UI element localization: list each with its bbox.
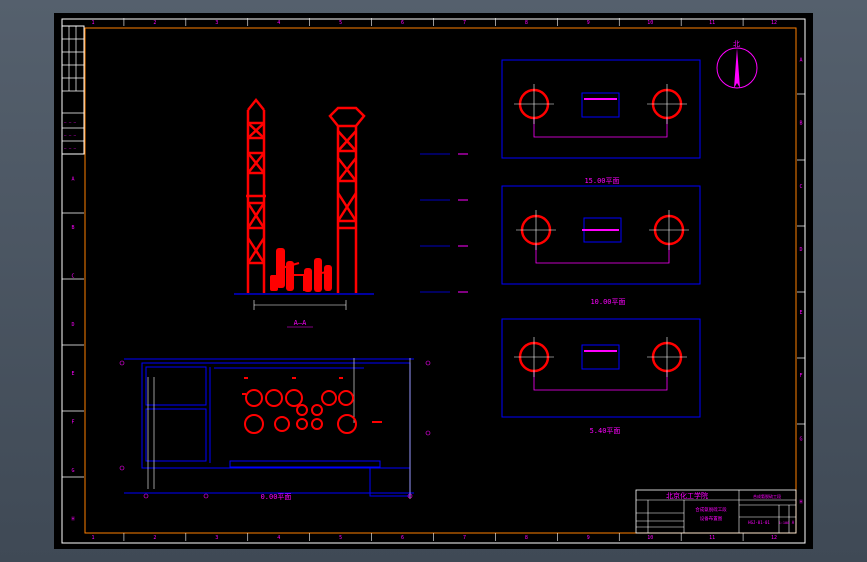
plan-15-00: 15.00平面	[501, 59, 701, 185]
plan-15-title: 15.00平面	[584, 177, 619, 185]
left-ruler-label: B	[71, 225, 74, 231]
right-tower	[328, 106, 366, 293]
side-strip-lines	[62, 93, 805, 478]
drawing-title-line1: 合成氨脱硫工段	[695, 506, 727, 513]
top-ruler-label: 12	[771, 20, 777, 26]
section-title: A—A	[294, 319, 307, 327]
elevation-marker-ticks	[458, 153, 468, 293]
top-ruler-label: 2	[153, 20, 156, 26]
sheet-mark: A	[792, 520, 795, 525]
bottom-ruler-label: 1	[91, 535, 94, 541]
left-ruler-label: F	[71, 419, 74, 425]
plan-5-title: 5.40平面	[590, 427, 621, 435]
right-ruler: A B C D E F G H	[799, 58, 802, 506]
svg-text:— — —: — — —	[64, 146, 77, 151]
bottom-ruler-label: 10	[647, 535, 653, 541]
bottom-ruler-label: 11	[709, 535, 715, 541]
svg-text:— — —: — — —	[64, 133, 77, 138]
cad-drawing: — — —— — —— — — 1 2 3 4 5 6 7 8 9 10 11 12 12345678…	[61, 18, 806, 544]
left-ruler-label: D	[71, 322, 74, 328]
left-ruler-label: C	[71, 274, 74, 280]
bottom-ruler: 1 2 3 4 5 6 7 8 9 10 11 12	[91, 533, 777, 541]
school-name: 北京化工学院	[666, 491, 708, 500]
left-ruler-label: E	[71, 371, 74, 377]
bottom-ruler-label: 5	[339, 535, 342, 541]
project-name: 合成氨脱硫工段	[753, 493, 781, 499]
plan-0-marks	[242, 377, 382, 423]
left-ruler-label: G	[71, 468, 74, 474]
bottom-ruler-label: 7	[463, 535, 466, 541]
plan-0-00: 0.00平面	[119, 358, 431, 501]
outer-frame	[61, 18, 806, 544]
spec-text: 1:100	[779, 521, 790, 525]
revision-text: — — — — — — — — —	[64, 120, 77, 151]
right-ruler-label: G	[799, 436, 802, 442]
right-ruler-label: A	[799, 58, 802, 64]
top-ruler-label: 5	[339, 20, 342, 26]
right-ruler-label: C	[799, 184, 802, 190]
plan-5-40: 5.40平面	[501, 318, 701, 435]
vessels	[270, 248, 332, 292]
top-ruler-label: 1	[91, 20, 94, 26]
right-ruler-label: B	[799, 121, 802, 127]
bottom-ruler-label: 3	[215, 535, 218, 541]
bottom-ruler-label: 2	[153, 535, 156, 541]
plan-10-00: 10.00平面	[501, 185, 701, 306]
right-ruler-label: E	[799, 310, 802, 316]
section-elevation: A—A	[234, 97, 374, 328]
left-ruler-label: H	[71, 517, 74, 523]
north-arrow: 北	[716, 40, 758, 89]
top-ruler-label: 4	[277, 20, 280, 26]
bottom-ruler-label: 9	[587, 535, 590, 541]
north-label: 北	[733, 40, 740, 48]
bottom-ruler-label: 4	[277, 535, 280, 541]
plan-10-title: 10.00平面	[590, 298, 625, 306]
bottom-ruler-label: 12	[771, 535, 777, 541]
svg-text:— — —: — — —	[64, 120, 77, 125]
drawing-title-line2: 设备布置图	[700, 515, 723, 522]
plan-0-vessels	[244, 389, 357, 434]
top-ruler-label: 6	[401, 20, 404, 26]
cad-viewport: — — — — — — — — — 1 2 3 4 5 6 7 8 9 10 11 12 12345678…	[0, 0, 867, 562]
top-ruler-label: 11	[709, 20, 715, 26]
bottom-ruler-label: 6	[401, 535, 404, 541]
bottom-ruler-label: 8	[525, 535, 528, 541]
drawing-sheet[interactable]: — — — — — — — — — 1 2 3 4 5 6 7 8 9 10 11 12 12345678…	[54, 13, 813, 549]
title-block[interactable]: 北京化工学院 合成氨脱硫工段 合成氨脱硫工段 设备布置图 HGJ-01-01 A…	[635, 489, 797, 534]
plan-0-title: 0.00平面	[261, 493, 292, 501]
elevation-markers	[420, 153, 450, 293]
right-ruler-label: H	[799, 499, 802, 505]
left-ruler-label: A	[71, 176, 74, 182]
drawing-number: HGJ-01-01	[748, 520, 770, 525]
left-ruler: A B C D E F G H	[71, 176, 74, 522]
top-ruler-label: 7	[463, 20, 466, 26]
top-ruler-label: 8	[525, 20, 528, 26]
border-frame	[84, 27, 797, 534]
top-ruler-label: 10	[647, 20, 653, 26]
left-tower	[246, 97, 266, 293]
top-ruler-label: 9	[587, 20, 590, 26]
right-ruler-label: F	[799, 373, 802, 379]
right-ruler-label: D	[799, 247, 802, 253]
top-ruler-label: 3	[215, 20, 218, 26]
